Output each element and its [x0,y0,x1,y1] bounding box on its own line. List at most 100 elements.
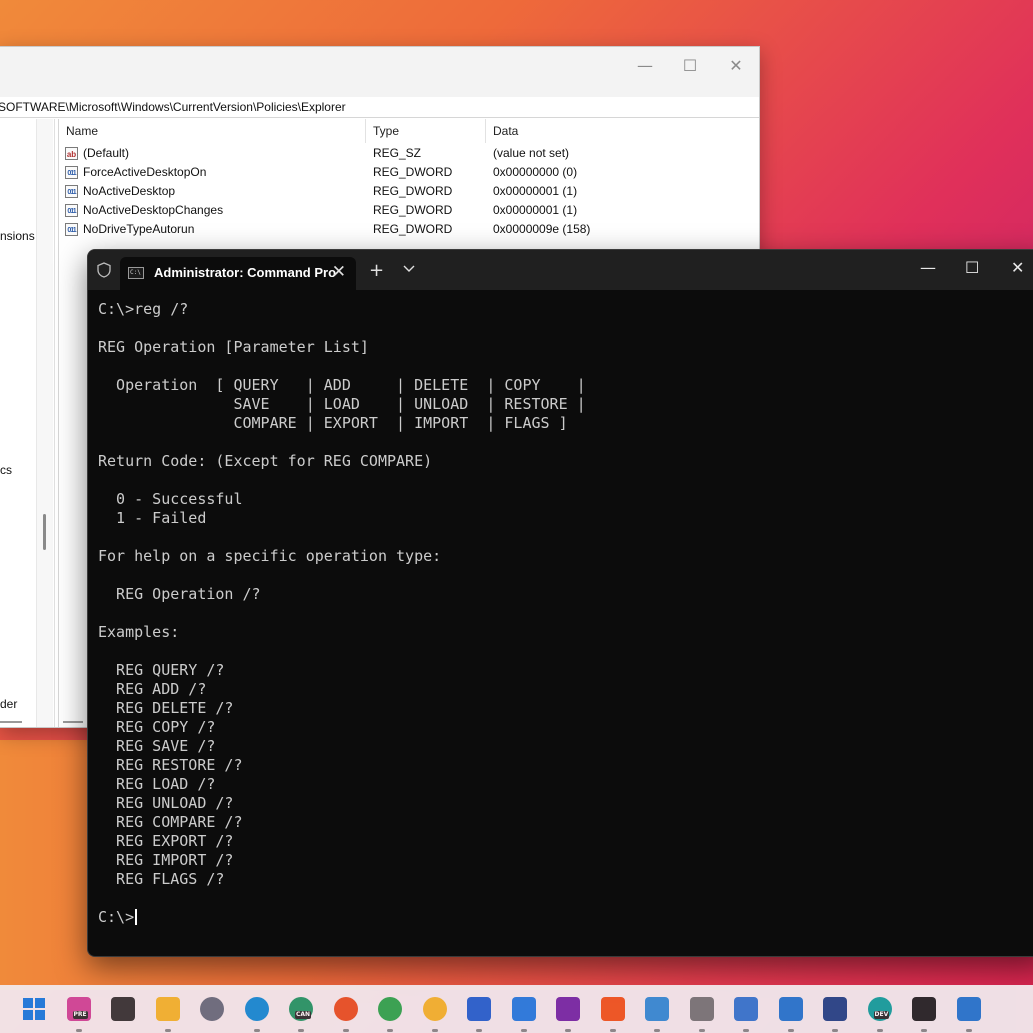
registry-value-row[interactable]: 011 NoDriveTypeAutorun REG_DWORD 0x00000… [59,220,759,239]
value-name: NoDriveTypeAutorun [83,222,195,236]
firefox-icon[interactable] [333,997,358,1021]
onenote-icon[interactable] [556,997,580,1021]
output-line: C:\>reg /? [98,300,189,318]
tab-command-prompt[interactable]: C:\ Administrator: Command Pro ✕ [120,257,356,290]
copilot-pre-icon[interactable]: PRE [66,997,91,1021]
start-icon[interactable] [22,997,46,1021]
column-header: Name Type Data [59,119,759,144]
todo-icon[interactable] [511,997,536,1021]
terminal-maximize-button[interactable]: ☐ [965,258,979,277]
dword-value-icon: 011 [65,223,78,236]
value-name: (Default) [83,146,130,160]
value-type: REG_DWORD [373,203,453,217]
output-line: REG COPY /? [98,718,216,736]
task-view-icon[interactable] [111,997,135,1021]
registry-value-row[interactable]: 011 NoActiveDesktopChanges REG_DWORD 0x0… [59,201,759,220]
admin-shield-icon [97,262,111,278]
settings-icon[interactable] [200,997,224,1021]
tab-close-button[interactable]: ✕ [332,262,346,282]
edge-canary-icon[interactable]: CAN [289,997,313,1021]
edge-dev-icon[interactable]: DEV [867,997,892,1021]
icon-badge: DEV [873,1011,890,1019]
terminal-icon[interactable] [912,997,936,1021]
string-value-icon: ab [65,147,78,160]
store-icon[interactable] [467,997,491,1021]
notepad-icon[interactable] [645,997,669,1021]
terminal-window[interactable]: C:\ Administrator: Command Pro ✕ + — ☐ ✕… [87,249,1033,957]
column-header-data[interactable]: Data [493,119,518,143]
terminal-titlebar[interactable]: C:\ Administrator: Command Pro ✕ + — ☐ ✕ [88,250,1033,290]
system-app-icon[interactable] [823,997,847,1021]
output-line: REG DELETE /? [98,699,234,717]
running-indicator [164,1029,171,1032]
output-line: REG EXPORT /? [98,832,234,850]
dword-value-icon: 011 [65,204,78,217]
tree-item[interactable]: der [0,697,17,711]
output-line: REG FLAGS /? [98,870,225,888]
regedit-minimize-button[interactable]: — [625,51,665,79]
running-indicator [743,1029,749,1032]
value-name: ForceActiveDesktopOn [83,165,207,179]
tab-title: Administrator: Command Pro [154,265,337,280]
regedit-close-button[interactable]: ✕ [716,51,756,79]
file-explorer-icon[interactable] [155,997,180,1021]
value-type: REG_DWORD [373,184,453,198]
chevron-down-icon[interactable] [401,262,417,276]
tree-h-scrollbar[interactable] [0,721,22,723]
value-data: 0x00000001 (1) [493,203,578,217]
terminal-minimize-button[interactable]: — [920,258,936,277]
output-line: REG RESTORE /? [98,756,243,774]
terminal-close-button[interactable]: ✕ [1011,258,1024,277]
dev-tool-icon[interactable] [956,997,981,1021]
running-indicator [832,1029,838,1032]
chrome-canary-icon[interactable] [422,997,447,1021]
registry-value-row[interactable]: ab (Default) REG_SZ (value not set) [59,144,759,163]
running-indicator [431,1029,438,1032]
remote-desktop-icon[interactable] [734,997,758,1021]
command-prompt-line[interactable]: C:\> [98,908,1033,927]
output-line: REG SAVE /? [98,737,216,755]
tree-scrollbar-thumb[interactable] [43,514,46,550]
output-line: REG QUERY /? [98,661,225,679]
brave-icon[interactable] [600,997,625,1021]
output-line: REG UNLOAD /? [98,794,234,812]
dword-value-icon: 011 [65,185,78,198]
output-line: REG LOAD /? [98,775,216,793]
chrome-icon[interactable] [378,997,402,1021]
edge-icon[interactable] [244,997,269,1021]
output-line: Examples: [98,623,180,641]
value-name: NoActiveDesktopChanges [83,203,224,217]
values-h-scrollbar[interactable] [63,721,83,723]
registry-value-row[interactable]: 011 NoActiveDesktop REG_DWORD 0x00000001… [59,182,759,201]
column-header-type[interactable]: Type [373,119,399,143]
key-tree-pane[interactable]: nsions cs der [0,119,55,727]
tree-scrollbar[interactable] [36,119,53,727]
column-divider[interactable] [365,119,366,143]
value-type: REG_SZ [373,146,422,160]
tree-item[interactable]: cs [0,463,12,477]
value-data: 0x0000009e (158) [493,222,591,236]
registry-value-row[interactable]: 011 ForceActiveDesktopOn REG_DWORD 0x000… [59,163,759,182]
dword-value-icon: 011 [65,166,78,179]
value-type: REG_DWORD [373,165,453,179]
photos-icon[interactable] [778,997,803,1021]
new-tab-button[interactable]: + [369,260,384,281]
address-bar[interactable]: SOFTWARE\Microsoft\Windows\CurrentVersio… [0,97,759,118]
output-line: 1 - Failed [98,509,207,527]
running-indicator [387,1029,393,1032]
value-data: 0x00000001 (1) [493,184,578,198]
output-line: Return Code: (Except for REG COMPARE) [98,452,433,470]
app-icon[interactable] [689,997,714,1021]
running-indicator [565,1029,571,1032]
regedit-maximize-button[interactable]: ☐ [670,51,710,79]
column-divider[interactable] [485,119,486,143]
terminal-output[interactable]: C:\>reg /? REG Operation [Parameter List… [98,300,1033,956]
running-indicator [965,1029,972,1032]
column-header-name[interactable]: Name [66,119,98,143]
regedit-titlebar[interactable]: — ☐ ✕ [0,47,759,97]
tree-item[interactable]: nsions [0,229,35,243]
output-line: REG Operation [Parameter List] [98,338,369,356]
address-path: SOFTWARE\Microsoft\Windows\CurrentVersio… [0,100,346,114]
